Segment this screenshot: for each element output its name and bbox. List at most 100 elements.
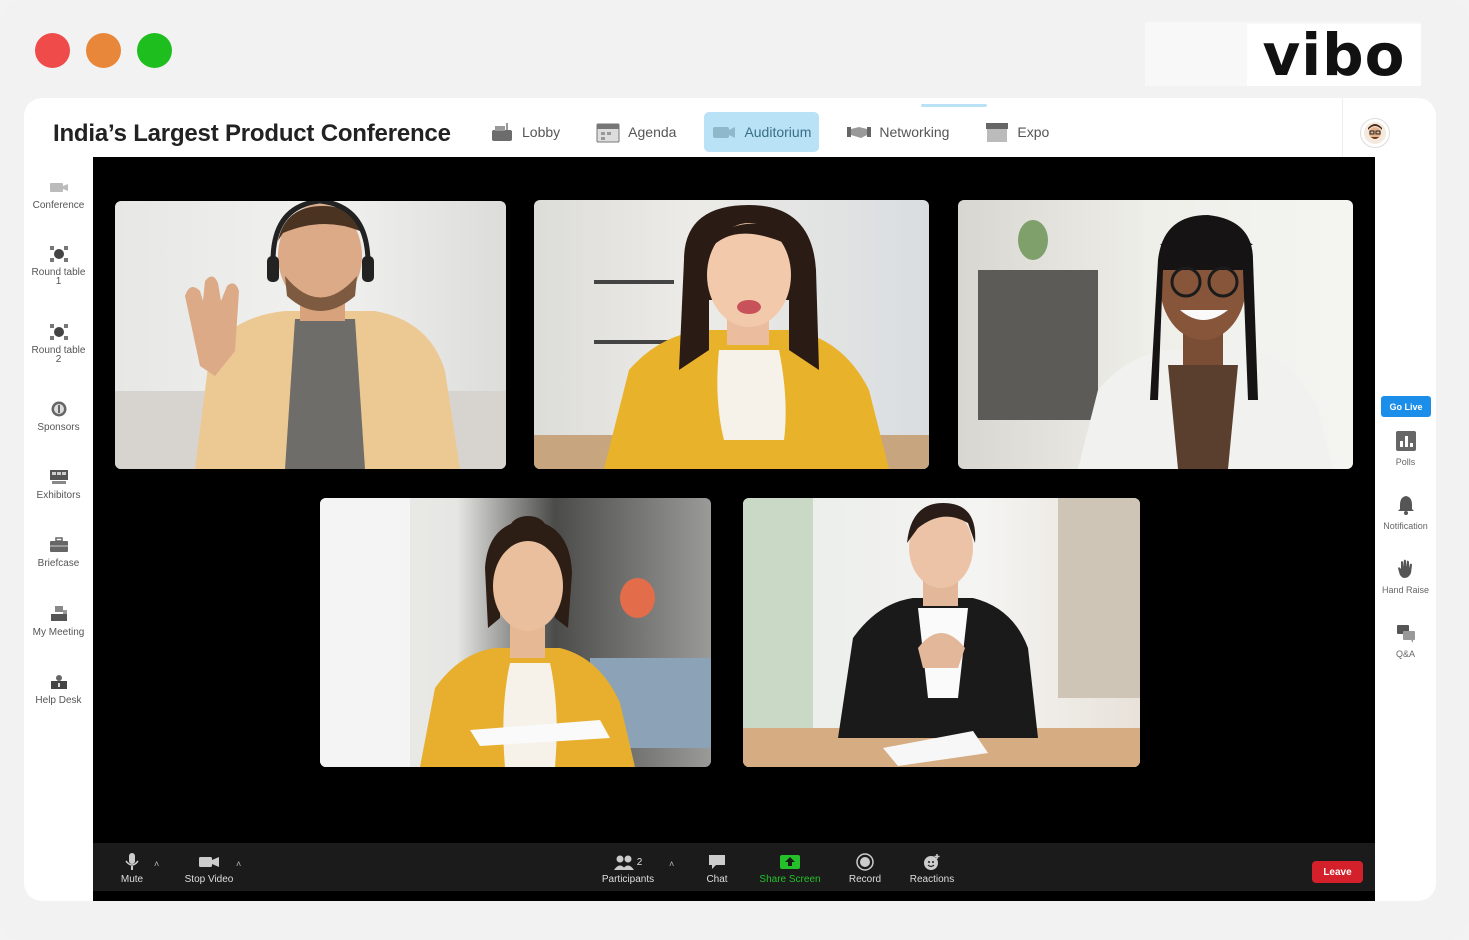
share-screen-icon — [780, 855, 800, 869]
sidebar-item-label: Hand Raise — [1381, 585, 1430, 595]
leave-button[interactable]: Leave — [1312, 861, 1363, 883]
sidebar-item-hand-raise[interactable]: Hand Raise — [1375, 559, 1436, 595]
nav-indicator — [921, 104, 987, 107]
sidebar-item-label: Conference — [32, 200, 85, 211]
nav-auditorium[interactable]: Auditorium — [704, 112, 820, 152]
chat-button[interactable]: Chat — [704, 853, 730, 885]
record-label: Record — [848, 874, 882, 885]
video-tile[interactable] — [115, 201, 506, 469]
video-tile[interactable] — [320, 498, 711, 767]
video-tile[interactable] — [534, 200, 929, 469]
sidebar-item-label: Briefcase — [37, 558, 80, 569]
go-live-button[interactable]: Go Live — [1381, 396, 1431, 417]
helpdesk-icon — [50, 675, 67, 689]
lobby-icon — [492, 123, 512, 141]
audio-options-chevron-icon[interactable]: ˄ — [154, 859, 162, 869]
booth-icon — [986, 123, 1009, 142]
participants-button[interactable]: 2 Participants — [600, 853, 656, 885]
nav-label: Lobby — [522, 124, 561, 140]
microphone-icon — [125, 853, 139, 870]
participant-avatar — [420, 516, 635, 767]
user-avatar[interactable] — [1360, 118, 1390, 148]
sidebar-item-notification[interactable]: Notification — [1375, 495, 1436, 531]
left-sidebar: Conference Round table 1 Round table 2 S… — [24, 157, 93, 901]
emoji-reaction-icon — [924, 854, 940, 870]
share-screen-label: Share Screen — [759, 874, 821, 885]
reactions-label: Reactions — [909, 874, 955, 885]
mute-label: Mute — [120, 874, 144, 885]
sidebar-item-label: Help Desk — [35, 695, 82, 706]
participants-icon — [613, 855, 634, 870]
nav-label: Networking — [879, 124, 950, 140]
video-camera-icon — [199, 857, 219, 867]
window-controls — [35, 33, 172, 68]
sidebar-item-round-table-1[interactable]: Round table 1 — [24, 246, 93, 287]
maximize-window-button[interactable] — [137, 33, 172, 68]
polls-icon — [1395, 431, 1416, 451]
video-background-plant — [743, 498, 813, 728]
participants-options-chevron-icon[interactable]: ˄ — [669, 859, 677, 869]
sidebar-item-conference[interactable]: Conference — [24, 179, 93, 211]
sidebar-item-label: Exhibitors — [36, 490, 81, 501]
sidebar-item-qa[interactable]: Q&A — [1375, 623, 1436, 659]
sidebar-item-label: Sponsors — [37, 422, 80, 433]
briefcase-icon — [49, 537, 68, 552]
share-screen-button[interactable]: Share Screen — [759, 853, 821, 885]
minimize-window-button[interactable] — [86, 33, 121, 68]
sidebar-item-round-table-2[interactable]: Round table 2 — [24, 324, 93, 365]
sponsor-coin-icon — [51, 401, 66, 417]
nav-label: Agenda — [628, 124, 677, 140]
hand-icon — [1397, 559, 1412, 578]
video-tile[interactable] — [958, 200, 1353, 469]
page-title: India’s Largest Product Conference — [53, 120, 451, 147]
right-sidebar: Go Live Polls Notification Hand Raise Q&… — [1375, 157, 1436, 901]
video-stage: Mute ˄ Stop Video ˄ 2 Participants ˄ Cha… — [93, 157, 1375, 901]
sidebar-item-label: My Meeting — [32, 627, 85, 638]
close-window-button[interactable] — [35, 33, 70, 68]
nav-lobby[interactable]: Lobby — [482, 112, 568, 152]
sidebar-item-help-desk[interactable]: Help Desk — [24, 674, 93, 706]
nav-networking[interactable]: Networking — [839, 112, 957, 152]
roundtable-icon — [49, 246, 68, 262]
sidebar-item-sublabel: 1 — [55, 276, 62, 287]
sidebar-item-briefcase[interactable]: Briefcase — [24, 537, 93, 569]
video-tile[interactable] — [743, 498, 1140, 767]
nav-expo[interactable]: Expo — [977, 112, 1057, 152]
nav-label: Expo — [1017, 124, 1050, 140]
video-background-whiteboard — [320, 498, 410, 767]
reactions-button[interactable]: Reactions — [908, 853, 956, 885]
record-button[interactable]: Record — [847, 853, 883, 885]
video-options-chevron-icon[interactable]: ˄ — [236, 859, 244, 869]
participants-label: Participants — [601, 874, 655, 885]
video-background-shelf — [1058, 498, 1140, 698]
video-background-plant — [1018, 220, 1048, 260]
main-nav: Lobby Agenda Auditorium Networking Expo — [482, 112, 1077, 154]
vibo-logo: vibo — [1247, 21, 1421, 89]
mute-button[interactable]: Mute — [117, 853, 147, 885]
avatar-icon — [1364, 122, 1386, 144]
qa-icon — [1396, 625, 1415, 643]
sidebar-item-sublabel: 2 — [55, 354, 62, 365]
meeting-icon — [50, 606, 67, 621]
participants-icon-group: 2 — [600, 853, 656, 871]
sidebar-item-exhibitors[interactable]: Exhibitors — [24, 469, 93, 501]
chat-bubble-icon — [709, 855, 725, 869]
nav-agenda[interactable]: Agenda — [588, 112, 684, 152]
exhibitors-icon — [49, 470, 68, 484]
sidebar-item-polls[interactable]: Polls — [1375, 431, 1436, 467]
handshake-icon — [847, 127, 872, 138]
participant-avatar — [1078, 215, 1333, 469]
sidebar-item-label: Notification — [1383, 521, 1428, 531]
top-bar: India’s Largest Product Conference Lobby — [24, 98, 1436, 157]
nav-label: Auditorium — [744, 124, 812, 140]
chat-label: Chat — [706, 874, 728, 885]
stop-video-label: Stop Video — [184, 874, 234, 885]
sidebar-item-sponsors[interactable]: Sponsors — [24, 401, 93, 433]
bell-icon — [1397, 496, 1414, 515]
sidebar-item-label: Q&A — [1395, 649, 1415, 659]
meeting-controls: Mute ˄ Stop Video ˄ 2 Participants ˄ Cha… — [93, 843, 1375, 891]
sidebar-item-my-meeting[interactable]: My Meeting — [24, 606, 93, 638]
stop-video-button[interactable]: Stop Video — [182, 853, 236, 885]
participant-avatar — [838, 503, 1038, 766]
participant-avatar — [185, 201, 460, 469]
